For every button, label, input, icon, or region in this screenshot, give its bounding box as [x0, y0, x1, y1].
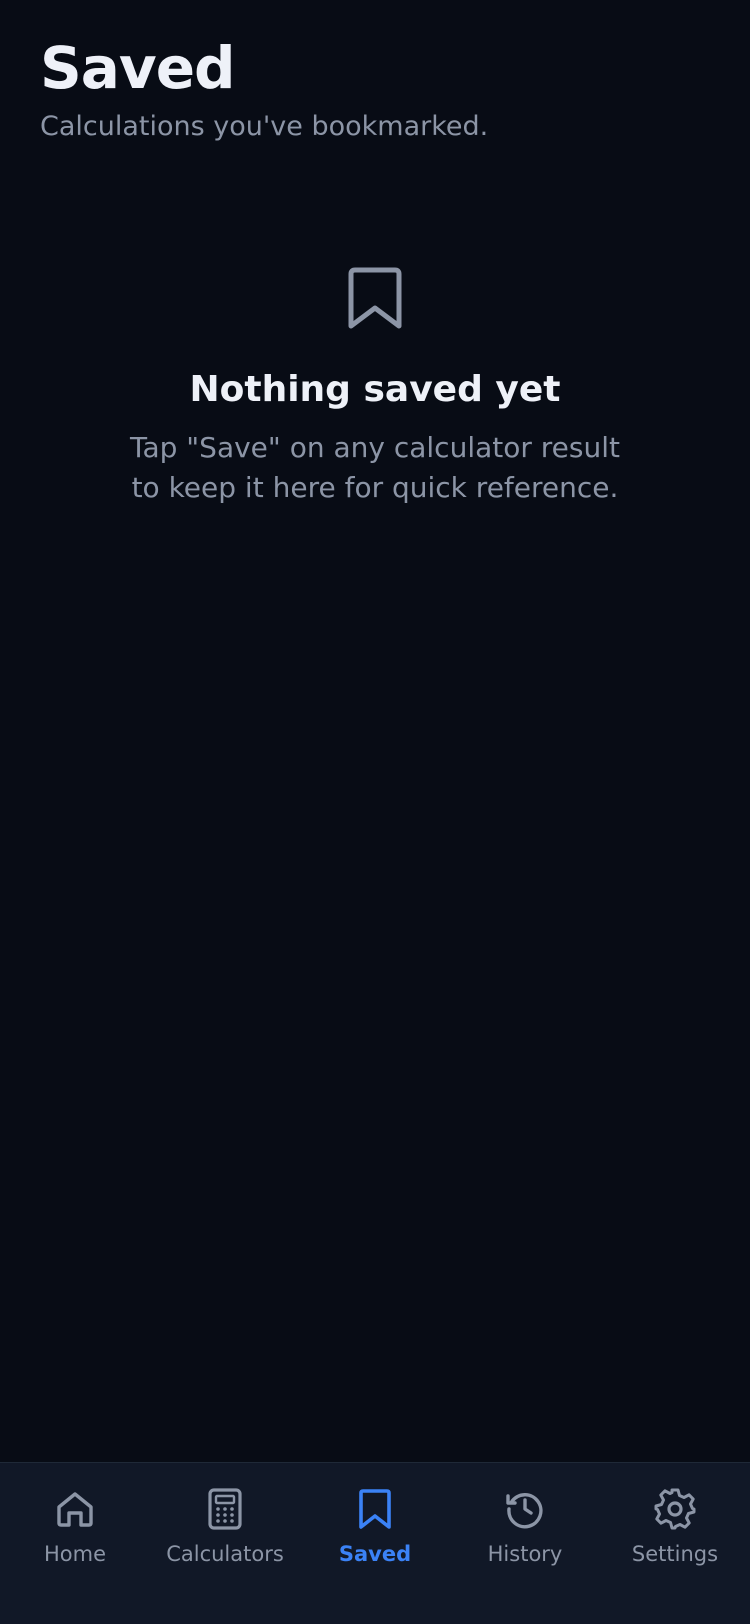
bottom-tab-bar: Home Calculators Saved History Settings: [0, 1462, 750, 1624]
home-icon: [57, 1492, 93, 1527]
history-icon: [506, 1493, 543, 1529]
saved-screen: Saved Calculations you've bookmarked. No…: [0, 0, 750, 1624]
tab-history[interactable]: History: [450, 1463, 600, 1624]
tab-calculators-label: Calculators: [166, 1542, 284, 1566]
tab-settings[interactable]: Settings: [600, 1463, 750, 1624]
page-title: Saved: [40, 34, 236, 102]
empty-state: Nothing saved yet Tap "Save" on any calc…: [0, 266, 750, 508]
bookmark-icon: [359, 1489, 391, 1529]
tab-calculators[interactable]: Calculators: [150, 1463, 300, 1624]
tab-saved[interactable]: Saved: [300, 1463, 450, 1624]
page-subtitle: Calculations you've bookmarked.: [40, 111, 489, 142]
bookmark-icon: [348, 267, 402, 329]
page-header: Saved Calculations you've bookmarked.: [40, 30, 488, 144]
calculator-icon: [208, 1488, 242, 1530]
tab-home[interactable]: Home: [0, 1463, 150, 1624]
empty-state-title: Nothing saved yet: [189, 369, 561, 410]
tab-settings-label: Settings: [631, 1542, 719, 1566]
gear-icon: [654, 1488, 696, 1530]
tab-home-label: Home: [43, 1542, 106, 1566]
empty-state-body: Tap "Save" on any calculator result to k…: [130, 431, 620, 504]
tab-saved-label: Saved: [338, 1542, 412, 1566]
tab-history-label: History: [487, 1542, 563, 1566]
